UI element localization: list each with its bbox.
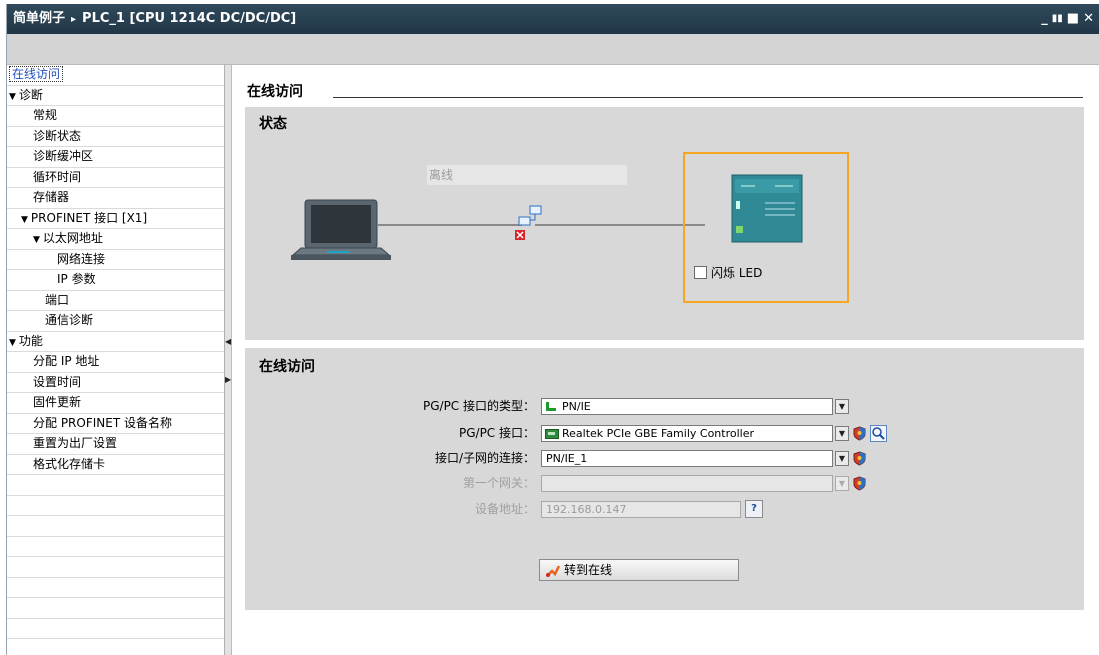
sidebar-item-label: 通信诊断 [45, 313, 94, 327]
sidebar-item-label: 循环时间 [33, 169, 82, 184]
device-address-label: 设备地址： [474, 502, 535, 516]
sidebar-item [7, 516, 224, 537]
sidebar-item-label: 存储器 [33, 190, 70, 204]
sidebar-item-label: 诊断缓冲区 [33, 149, 94, 163]
sidebar-item-label: 分配 IP 地址 [33, 354, 100, 368]
toolbar [7, 34, 1099, 65]
subnet-dropdown-icon[interactable]: ▼ [835, 451, 849, 466]
app-window: 简单例子 ▸ PLC_1 [CPU 1214C DC/DC/DC] _ ▮▮ ■ ✕… [6, 4, 1099, 655]
go-online-icon [546, 565, 561, 577]
pgpc-type-value: PN/IE [562, 400, 591, 413]
sidebar-item[interactable]: ▼ 诊断 [7, 86, 224, 106]
pgpc-type-label: PG/PC 接口的类型： [422, 399, 535, 413]
sidebar-item-label: 以太网地址 [42, 231, 103, 245]
sidebar-item-label: 诊断 [18, 87, 43, 102]
network-card-icon [545, 429, 559, 439]
sidebar-item[interactable]: 在线访问 [7, 65, 224, 86]
pgpc-type-dropdown-icon[interactable]: ▼ [835, 399, 849, 414]
expand-arrow-icon[interactable]: ▼ [21, 215, 28, 225]
window-controls: _ ▮▮ ■ ✕ [1041, 4, 1094, 34]
sidebar-item [7, 619, 224, 639]
subnet-connection-select[interactable]: PN/IE_1 [541, 450, 833, 467]
sidebar-item-label: 设置时间 [33, 374, 82, 389]
sidebar-item-label: 常规 [33, 108, 58, 122]
sidebar-item[interactable]: 格式化存储卡 [7, 455, 224, 475]
sidebar-item[interactable]: 常规 [7, 106, 224, 127]
shield-icon[interactable] [852, 476, 867, 491]
sidebar-item-label: 固件更新 [33, 395, 82, 409]
sidebar-item[interactable]: 重置为出厂设置 [7, 434, 224, 455]
sidebar-item[interactable]: 设置时间 [7, 373, 224, 393]
sidebar-item[interactable]: 通信诊断 [7, 311, 224, 332]
pgpc-interface-select[interactable]: Realtek PCIe GBE Family Controller [541, 425, 833, 442]
expand-arrow-icon[interactable]: ▼ [9, 92, 16, 102]
sidebar-item-label: 在线访问 [9, 66, 64, 82]
sidebar-item [7, 537, 224, 557]
sidebar-item[interactable]: ▼ PROFINET 接口 [X1] [7, 209, 224, 229]
sidebar-item [7, 598, 224, 619]
tile-icon[interactable]: ▮▮ [1052, 4, 1063, 34]
sidebar-item[interactable]: 分配 IP 地址 [7, 352, 224, 373]
sidebar-item[interactable]: IP 参数 [7, 270, 224, 291]
maximize-icon[interactable]: ■ [1067, 4, 1079, 34]
shield-icon[interactable] [852, 451, 867, 466]
pn-ie-network-icon [546, 402, 556, 411]
sidebar-item-label: IP 参数 [57, 272, 96, 286]
pgpc-interface-value: Realtek PCIe GBE Family Controller [562, 427, 755, 440]
title-bar: 简单例子 ▸ PLC_1 [CPU 1214C DC/DC/DC] _ ▮▮ ■ ✕ [7, 4, 1099, 34]
pgpc-interface-label: PG/PC 接口： [458, 426, 535, 440]
sidebar-item[interactable]: 诊断状态 [7, 127, 224, 147]
gateway-label: 第一个网关： [462, 476, 535, 490]
sidebar-item [7, 475, 224, 496]
sidebar-item-label: 诊断状态 [33, 128, 82, 143]
gateway-dropdown-icon: ▼ [835, 476, 849, 491]
sidebar-item-label: 分配 PROFINET 设备名称 [33, 415, 172, 430]
sidebar-item[interactable]: ▼ 以太网地址 [7, 229, 224, 250]
minimize-icon[interactable]: _ [1041, 4, 1048, 34]
sidebar-item-label: 网络连接 [57, 251, 106, 266]
sidebar-item-label: PROFINET 接口 [X1] [30, 210, 148, 225]
pgpc-interface-dropdown-icon[interactable]: ▼ [835, 426, 849, 441]
expand-arrow-icon[interactable]: ▼ [33, 235, 40, 245]
sidebar-item[interactable]: ▼ 功能 [7, 332, 224, 352]
sidebar-item-label: 重置为出厂设置 [33, 436, 118, 450]
online-access-form: PG/PC 接口的类型： PN/IE ▼ PG/PC 接口： Realtek P… [245, 65, 1084, 655]
device-address-field: 192.168.0.147 [541, 501, 741, 518]
project-name: 简单例子 [13, 11, 66, 26]
sidebar-item[interactable]: 端口 [7, 291, 224, 311]
panel-splitter[interactable]: ◀ ▶ [225, 65, 232, 655]
pgpc-type-select[interactable]: PN/IE [541, 398, 833, 415]
sidebar-item[interactable]: 循环时间 [7, 168, 224, 188]
subnet-connection-label: 接口/子网的连接： [434, 451, 535, 465]
search-interface-button[interactable] [870, 425, 887, 442]
close-icon[interactable]: ✕ [1083, 4, 1094, 34]
collapse-left-icon[interactable]: ◀ [225, 337, 231, 346]
sidebar-item [7, 578, 224, 598]
sidebar-item[interactable]: 诊断缓冲区 [7, 147, 224, 168]
sidebar-item[interactable]: 网络连接 [7, 250, 224, 270]
shield-icon[interactable] [852, 426, 867, 441]
main-content: 在线访问 状态 离线 闪烁 LED 在线访问 PG/PC 接口的类型： PN/I… [233, 65, 1099, 655]
magnifier-icon [872, 427, 885, 440]
sidebar-item-label: 端口 [45, 292, 70, 307]
title-separator: ▸ [71, 14, 77, 25]
sidebar-item[interactable]: 分配 PROFINET 设备名称 [7, 414, 224, 434]
go-online-button[interactable]: 转到在线 [539, 559, 739, 581]
expand-arrow-icon[interactable]: ▼ [9, 338, 16, 348]
address-lookup-icon[interactable]: ? [745, 500, 763, 518]
sidebar-item[interactable]: 固件更新 [7, 393, 224, 414]
expand-right-icon[interactable]: ▶ [225, 375, 231, 384]
sidebar-item [7, 557, 224, 578]
sidebar-item-label: 功能 [18, 333, 43, 348]
device-name: PLC_1 [CPU 1214C DC/DC/DC] [82, 11, 297, 26]
sidebar-item[interactable]: 存储器 [7, 188, 224, 209]
go-online-label: 转到在线 [564, 563, 613, 577]
navigation-tree: 在线访问 ▼ 诊断 常规 诊断状态 诊断缓冲区 循环时间 存储器 ▼ PROFINET 接口 [X… [7, 65, 225, 655]
sidebar-item [7, 496, 224, 516]
sidebar-item-label: 格式化存储卡 [33, 456, 106, 471]
gateway-select [541, 475, 833, 492]
